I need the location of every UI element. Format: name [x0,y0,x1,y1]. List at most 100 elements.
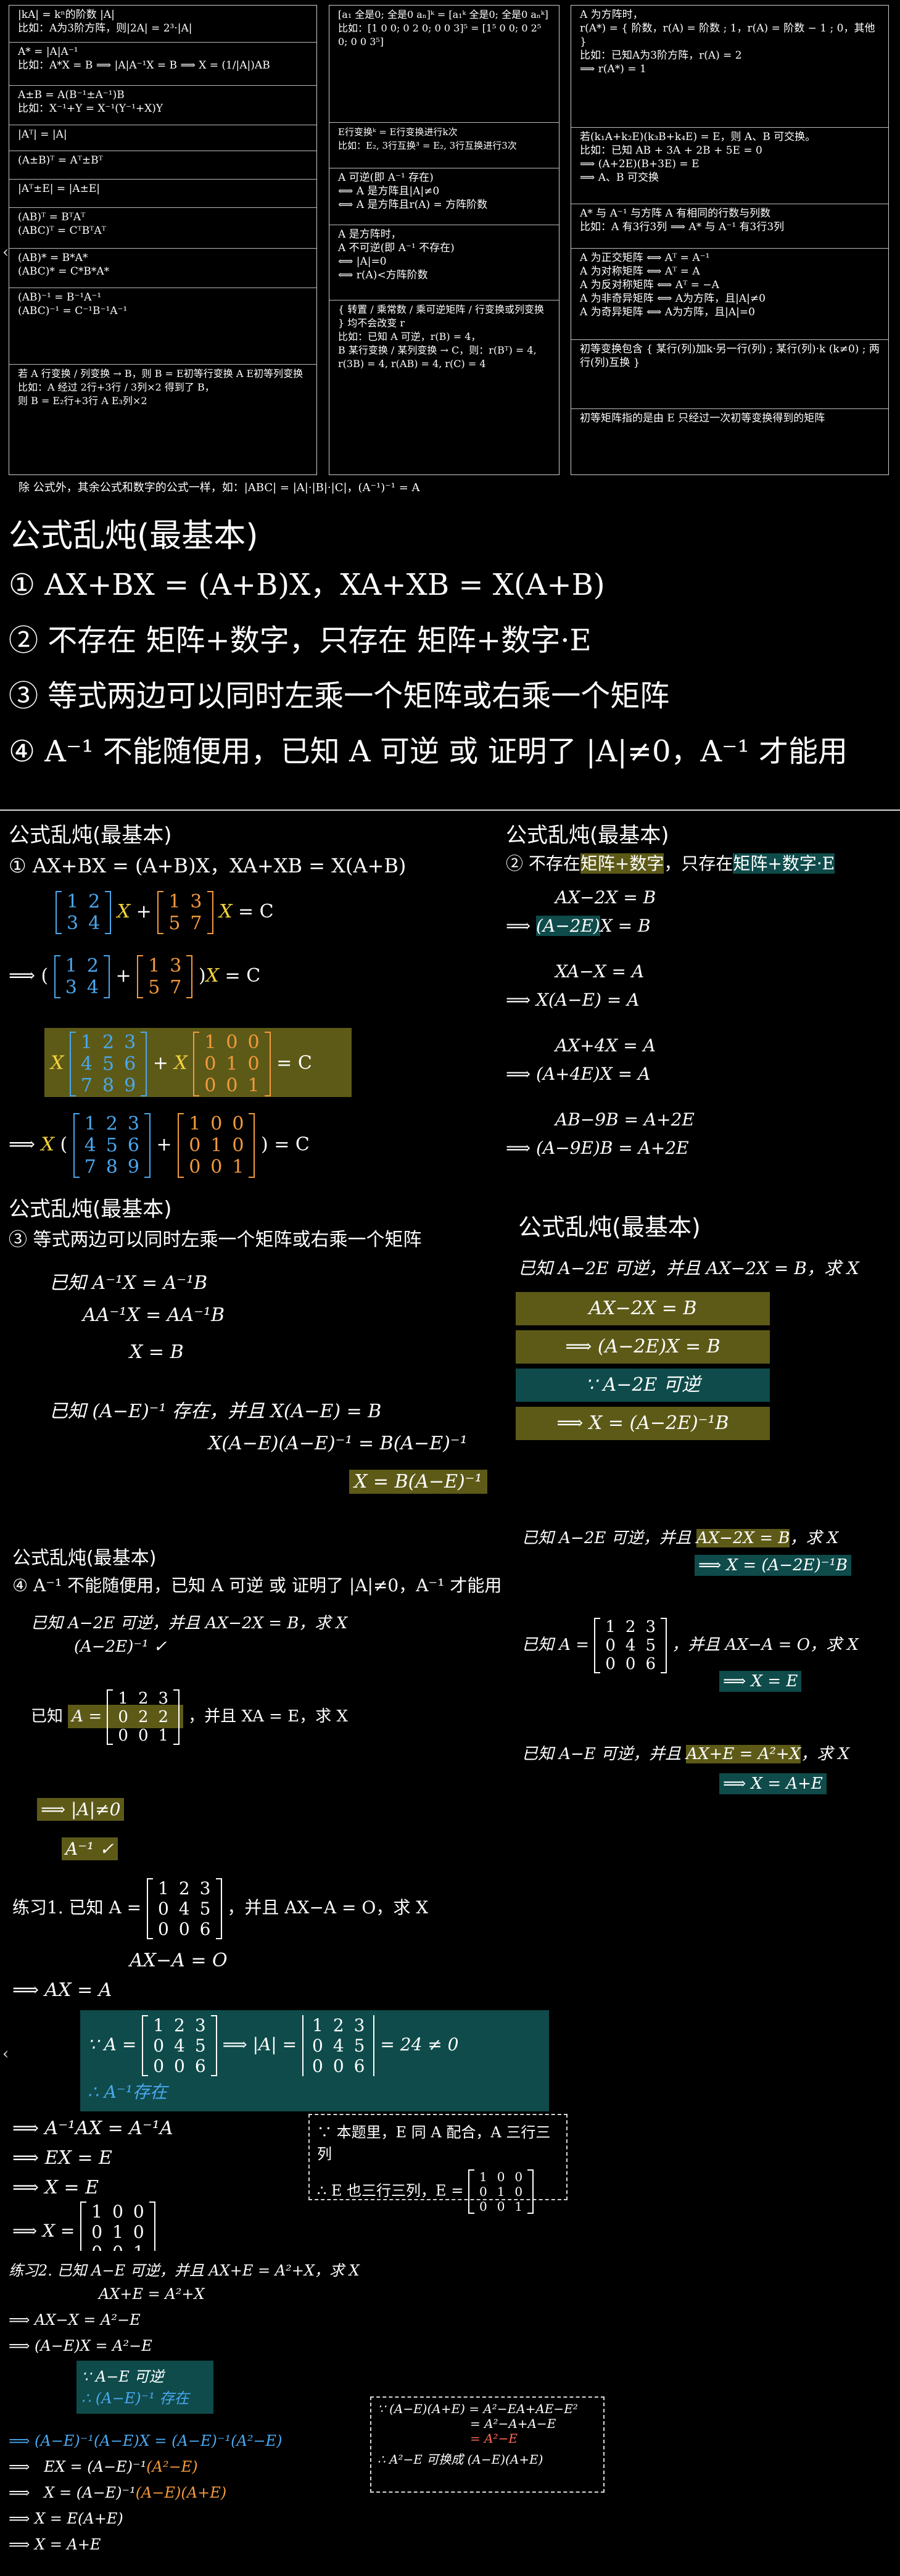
question-matrix: 已知 A = 123 022 001 ，并且 XA = E，求 X [31,1689,348,1745]
slide-rule3-example: 公式乱炖(最基本) ③ 等式两边可以同时左乘一个矩阵或右乘一个矩阵 已知 A⁻¹… [0,1187,510,1539]
answer: ⟹ X = (A−2E)⁻¹B [695,1555,851,1576]
note-box: ∵ 本题里，E 同 A 配合，A 三行三列 ∴ E 也三行三列，E = 100 … [308,2114,568,2214]
formula-cell: (A±B)ᵀ = Aᵀ±Bᵀ [9,151,316,180]
slide-rule2-solve: 公式乱炖(最基本) 已知 A−2E 可逆，并且 AX−2X = B，求 X AX… [510,1187,900,1513]
exercise-2: 练习2. 已知 A−E 可逆，并且 AX+E = A²+X，求 X AX+E =… [0,2251,623,2576]
formula-cell: |Aᵀ±E| = |A±E| [9,180,316,208]
rule-1: ① AX+BX = (A+B)X，XA+XB = X(A+B) [9,854,407,877]
slide-title: 公式乱炖(最基本) [518,1214,701,1241]
slide-rule4-example: 公式乱炖(最基本) ④ A⁻¹ 不能随便用，已知 A 可逆 或 证明了 |A|≠… [0,1539,510,1872]
step: X(A−E)(A−E)⁻¹ = B(A−E)⁻¹ [208,1433,468,1454]
step: A⁻¹ ✓ [62,1837,118,1860]
step: AB−9B = A+2E [555,1109,695,1130]
slide-title: 公式乱炖(最基本) [506,823,669,848]
step: ⟹ EX = E [12,2147,112,2169]
matrix-a: 12 34 [56,891,112,934]
step: ∵ A−2E 可逆 [516,1369,770,1402]
step: XA−X = A [555,961,645,982]
rule-4: ④ A⁻¹ 不能随便用，已知 A 可逆 或 证明了 |A|≠0，A⁻¹ 才能用 [9,734,848,769]
formula-table-panel: |kA| = kⁿ的阶数 |A| 比如：A为3阶方阵，则|2A| = 2³·|A… [0,0,900,499]
matrix-sum-line-1: 12 34 X + 13 57 X = C [56,891,274,934]
step: ⟹ X = E(A+E) [9,2510,123,2527]
question: 已知 A−2E 可逆，并且 AX−2X = B，求 X [518,1258,859,1278]
step: ⟹ X = (A−E)⁻¹(A−E)(A+E) [9,2484,227,2501]
formula-cell: E行变换ᵏ = E行变换进行k次 比如：E₂, 3行互换³ = E₂, 3行互换… [329,123,559,168]
answer: ⟹ X = E [719,1671,802,1692]
formula-cell: [a₁ 全是0; 全是0 aₙ]ᵏ = [a₁ᵏ 全是0; 全是0 aₙᵏ] 比… [329,6,559,123]
rule-2: ② 不存在矩阵+数字，只存在矩阵+数字·E [506,853,835,874]
slide-title: 公式乱炖(最基本) [12,1547,157,1569]
step: ⟹ X = (A−2E)⁻¹B [516,1407,770,1440]
step: ⟹ AX−X = A²−E [9,2311,141,2329]
formula-cell: 初等变换包含 { 某行(列)加k·另一行(列) ; 某行(列)·k (k≠0) … [571,340,888,409]
matrix-sum-line-3: X 123 456 789 + X 100 010 001 = C [44,1028,352,1097]
slide-basic-rules: 公式乱炖(最基本) ① AX+BX = (A+B)X，XA+XB = X(A+B… [0,499,900,810]
inverse-ok: (A−2E)⁻¹ ✓ [74,1638,167,1656]
step: AX+E = A²+X [99,2285,205,2303]
step: ⟹ (A−9E)B = A+2E [506,1138,689,1158]
slide-title: 公式乱炖(最基本) [9,518,258,555]
step: ⟹ (A−2E)X = B [506,916,651,936]
formula-cell: A* = |A|A⁻¹ 比如：A*X = B ⟹ |A|A⁻¹X = B ⟹ X… [9,43,316,86]
step: AA⁻¹X = AA⁻¹B [83,1304,225,1326]
formula-column-3: A 为方阵时， r(A*) = { 阶数，r(A) = 阶数 ; 1，r(A) … [571,5,889,475]
step: 已知 A⁻¹X = A⁻¹B [49,1272,208,1294]
formula-cell: 若(k₁A+k₂E)(k₃B+k₄E) = E，则 A、B 可交换。 比如：已知… [571,128,888,204]
slide-rule1-example: 公式乱炖(最基本) ① AX+BX = (A+B)X，XA+XB = X(A+B… [0,812,510,1187]
formula-cell: { 转置 / 乘常数 / 乘可逆矩阵 / 行变换或列变换 } 均不会改变 r 比… [338,304,544,370]
rule-4: ④ A⁻¹ 不能随便用，已知 A 可逆 或 证明了 |A|≠0，A⁻¹ 才能用 [12,1575,502,1596]
step: ⟹ (A+4E)X = A [506,1064,651,1084]
formula-cell: |kA| = kⁿ的阶数 |A| 比如：A为3阶方阵，则|2A| = 2³·|A… [9,6,316,43]
question: 已知 A−2E 可逆，并且 AX−2X = B，求 X [31,1614,348,1633]
step: AX−2X = B [555,887,656,908]
note-box: ∵ (A−E)(A+E) = A²−EA+AE−E² = A²−A+A−E = … [370,2396,605,2493]
step: ⟹ AX = A [12,1979,112,2001]
condition-box: ∵ A−E 可逆 ∴ (A−E)⁻¹ 存在 [76,2361,213,2414]
slide-title: 公式乱炖(最基本) [9,1197,172,1222]
question: 已知 A−E 可逆，并且 AX+E = A²+X，求 X [522,1745,849,1763]
rule-3: ③ 等式两边可以同时左乘一个矩阵或右乘一个矩阵 [9,679,670,713]
formula-cell: A 为方阵时， r(A*) = { 阶数，r(A) = 阶数 ; 1，r(A) … [571,6,888,128]
formula-cell: (AB)⁻¹ = B⁻¹A⁻¹ (ABC)⁻¹ = C⁻¹B⁻¹A⁻¹ [9,288,316,365]
question: 已知 A−2E 可逆，并且 AX−2X = B，求 X [522,1529,839,1547]
step: ⟹ X = A+E [9,2536,101,2553]
question-matrix: 已知 A = 123 045 006 ，并且 AX−A = O，求 X [522,1618,859,1673]
formula-cell: |Aᵀ| = |A| [9,125,316,151]
answer: ⟹ X = A+E [719,1773,827,1794]
step: ⟹ EX = (A−E)⁻¹(A²−E) [9,2458,198,2475]
slide-rule2-example: 公式乱炖(最基本) ② 不存在矩阵+数字，只存在矩阵+数字·E AX−2X = … [506,812,900,1187]
formula-cell: A 是方阵时， A 不可逆(即 A⁻¹ 不存在) ⟺ |A|=0 ⟺ r(A)<… [329,225,559,300]
step: 已知 (A−E)⁻¹ 存在，并且 X(A−E) = B [49,1401,382,1422]
formula-cell: A 可逆(即 A⁻¹ 存在) ⟺ A 是方阵且|A|≠0 ⟺ A 是方阵且r(A… [329,168,559,225]
matrix-sum-line-2: ⟹ ( 12 34 + 13 57 )X = C [9,955,261,998]
step: ⟹ X(A−E) = A [506,990,640,1010]
formula-cell: A* 与 A⁻¹ 与方阵 A 有相同的行数与列数 比如：A 有3行3列 ⟹ A*… [571,204,888,249]
step: AX−2X = B [516,1292,770,1325]
formula-column-1: |kA| = kⁿ的阶数 |A| 比如：A为3阶方阵，则|2A| = 2³·|A… [9,5,317,475]
exercise-title: 练习1. 已知 A = 123 045 006 ，并且 AX−A = O，求 X [12,1878,429,1939]
rule-1: ① AX+BX = (A+B)X，XA+XB = X(A+B) [9,568,605,602]
formula-cell: 若 A 行变换 / 列变换 → B，则 B = E初等行变换 A E初等列变换 … [18,368,303,407]
step: X = B [130,1341,184,1363]
rule-3: ③ 等式两边可以同时左乘一个矩阵或右乘一个矩阵 [9,1229,422,1251]
formula-cell: (AB)* = B*A* (ABC)* = C*B*A* [9,249,316,288]
formula-cell: A 为正交矩阵 ⟺ Aᵀ = A⁻¹ A 为对称矩阵 ⟺ Aᵀ = A A 为反… [571,249,888,340]
step: X = B(A−E)⁻¹ [349,1470,487,1494]
step: ⟹ (A−2E)X = B [516,1330,770,1364]
exercise-title: 练习2. 已知 A−E 可逆，并且 AX+E = A²+X，求 X [9,2262,360,2279]
step: ⟹ (A−E)⁻¹(A−E)X = (A−E)⁻¹(A²−E) [9,2432,283,2450]
step: ⟹ |A|≠0 [37,1798,125,1821]
rule-2: ② 不存在 矩阵+数字，只存在 矩阵+数字·E [9,623,592,658]
step: ⟹ A⁻¹AX = A⁻¹A [12,2118,173,2139]
determinant-box: ∵ A = 123 045 006 ⟹ |A| = 123 045 006 = … [80,2010,549,2111]
formula-cell: A±B = A(B⁻¹±A⁻¹)B 比如：X⁻¹+Y = X⁻¹(Y⁻¹+X)Y [9,86,316,125]
prev-arrow-icon[interactable]: ‹ [2,2045,9,2063]
formula-column-2: [a₁ 全是0; 全是0 aₙ]ᵏ = [a₁ᵏ 全是0; 全是0 aₙᵏ] 比… [329,5,559,475]
divider [0,810,900,811]
prev-arrow-icon[interactable]: ‹ [2,243,9,262]
slide-rule4-right: 已知 A−2E 可逆，并且 AX−2X = B，求 X ⟹ X = (A−2E)… [510,1513,900,1809]
slide-title: 公式乱炖(最基本) [9,823,172,848]
exercise-1: 练习1. 已知 A = 123 045 006 ，并且 AX−A = O，求 X… [0,1872,571,2263]
formula-cell: (AB)ᵀ = BᵀAᵀ (ABC)ᵀ = CᵀBᵀAᵀ [9,208,316,249]
matrix-sum-line-4: ⟹ X ( 123 456 789 + 100 010 001 ) = C [9,1113,310,1178]
